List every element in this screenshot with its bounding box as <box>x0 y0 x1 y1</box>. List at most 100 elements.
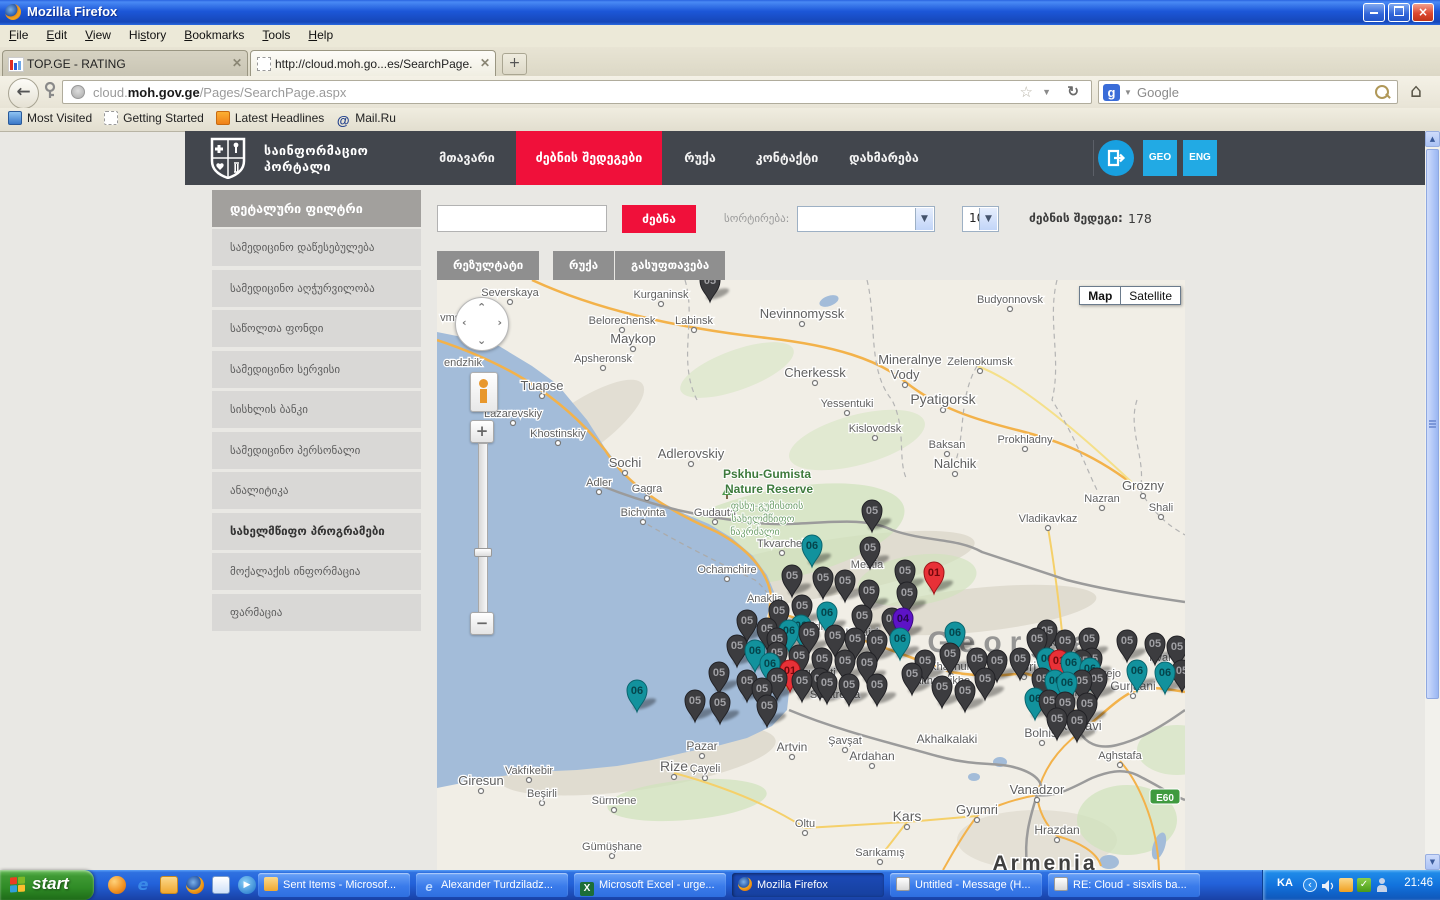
site-nav-0[interactable]: მთავარი <box>439 131 495 185</box>
bookmark-at[interactable]: @Mail.Ru <box>336 111 396 128</box>
lang-geo-button[interactable]: GEO <box>1143 140 1177 176</box>
minimize-button[interactable] <box>1363 3 1385 22</box>
bookmark-mostvisited[interactable]: Most Visited <box>8 111 92 125</box>
taskbar-button-6[interactable]: RE: Cloud - sisxlis ba... <box>1048 873 1200 897</box>
tray-collapse-chevron-icon[interactable]: ‹ <box>1303 878 1317 892</box>
search-button[interactable]: ძებნა <box>622 205 696 233</box>
street-view-pegman[interactable] <box>470 372 498 412</box>
sidebar-item-4[interactable]: სამედიცინო სერვისი <box>212 351 421 388</box>
query-input[interactable] <box>437 205 607 232</box>
map-tab-button[interactable]: რუქა <box>553 251 614 280</box>
key-icon[interactable] <box>42 82 58 104</box>
map-pan-control[interactable]: ⌃ ⌄ ‹ › <box>455 297 509 351</box>
lang-eng-button[interactable]: ENG <box>1183 140 1217 176</box>
menu-view[interactable]: View <box>76 25 120 45</box>
sidebar-item-10[interactable]: ფარმაცია <box>212 594 421 631</box>
bookmark-getting[interactable]: Getting Started <box>104 111 204 125</box>
tab-1[interactable]: TOP.GE - RATING✕ <box>2 50 248 76</box>
sidebar-item-9[interactable]: მოქალაქის ინფორმაცია <box>212 553 421 590</box>
zoom-slider-handle[interactable] <box>474 548 492 557</box>
new-tab-button[interactable]: + <box>502 53 527 75</box>
svg-text:06: 06 <box>749 645 761 657</box>
taskbar-button-2[interactable]: eAlexander Turdziladz... <box>416 873 568 897</box>
scroll-up-arrow[interactable]: ▲ <box>1425 131 1440 147</box>
site-logo-shield-icon[interactable] <box>210 137 246 179</box>
close-button[interactable]: × <box>1412 3 1434 22</box>
sidebar-item-2[interactable]: სამედიცინო აღჭურვილობა <box>212 270 421 307</box>
clear-button[interactable]: გასუფთავება <box>615 251 725 280</box>
search-magnifier-icon[interactable] <box>1375 85 1389 99</box>
zoom-in-button[interactable]: + <box>470 420 494 443</box>
menu-help[interactable]: Help <box>299 25 342 45</box>
menu-edit[interactable]: Edit <box>37 25 76 45</box>
taskbar-button-3[interactable]: XMicrosoft Excel - urge... <box>574 873 726 897</box>
quicklaunch-firefox-icon[interactable] <box>186 876 204 894</box>
zoom-out-button[interactable]: − <box>470 612 494 635</box>
pan-up-icon[interactable]: ⌃ <box>477 301 486 314</box>
menu-file[interactable]: File <box>0 25 37 45</box>
scroll-down-arrow[interactable]: ▼ <box>1425 854 1440 870</box>
map-label: ნაკრძალი <box>730 526 780 538</box>
zoom-slider-track[interactable] <box>478 443 488 614</box>
bookmark-star-icon[interactable]: ☆ <box>1020 83 1033 101</box>
svg-text:05: 05 <box>821 677 833 689</box>
sidebar-item-1[interactable]: სამედიცინო დაწესებულება <box>212 229 421 266</box>
site-identity-globe-icon[interactable] <box>71 85 85 99</box>
quicklaunch-ie-icon[interactable]: e <box>134 876 152 894</box>
sort-select[interactable]: ▼ <box>797 206 935 232</box>
urlbar-dropdown-icon[interactable]: ▼ <box>1042 87 1051 97</box>
quicklaunch-oe-icon[interactable] <box>212 876 230 894</box>
pan-right-icon[interactable]: › <box>497 316 502 329</box>
taskbar-button-4[interactable]: Mozilla Firefox <box>732 873 884 897</box>
scrollbar-thumb[interactable] <box>1426 149 1439 699</box>
sidebar-item-8[interactable]: სახელმწიფო პროგრამები <box>212 513 421 550</box>
quicklaunch-outlook-icon[interactable] <box>160 876 178 894</box>
page-size-select[interactable]: 10▼ <box>962 206 999 232</box>
security-shield-icon[interactable]: ✓ <box>1357 878 1371 892</box>
map-type-map-button[interactable]: Map <box>1079 286 1121 305</box>
pan-down-icon[interactable]: ⌄ <box>477 334 486 347</box>
sidebar-item-5[interactable]: სისხლის ბანკი <box>212 391 421 428</box>
taskbar-button-5[interactable]: Untitled - Message (H... <box>890 873 1042 897</box>
volume-icon[interactable] <box>1321 878 1335 892</box>
home-button[interactable]: ⌂ <box>1410 80 1422 102</box>
map-canvas[interactable]: E60 vmskendzhikSeverskayaKurganinskBelor… <box>437 280 1185 870</box>
back-button[interactable]: ← <box>8 78 39 109</box>
bookmark-rss[interactable]: Latest Headlines <box>216 111 324 125</box>
google-logo-icon[interactable]: g <box>1103 84 1120 101</box>
menu-history[interactable]: History <box>120 25 175 45</box>
map-label: Severskaya <box>481 287 539 299</box>
site-nav-4[interactable]: დახმარება <box>849 131 919 185</box>
bookmark-label: Mail.Ru <box>355 111 396 125</box>
quicklaunch-wmp-icon[interactable]: ▶ <box>238 876 256 894</box>
tray-user-icon[interactable] <box>1375 878 1389 892</box>
search-engine-dropdown-icon[interactable]: ▼ <box>1124 88 1132 97</box>
svg-text:05: 05 <box>866 505 878 517</box>
menu-tools[interactable]: Tools <box>253 25 299 45</box>
start-button[interactable]: start <box>0 870 94 900</box>
quicklaunch-firebird-icon[interactable] <box>108 876 126 894</box>
tab-2[interactable]: http://cloud.moh.go...es/SearchPage.aspx… <box>250 50 496 76</box>
tab-close-icon[interactable]: ✕ <box>480 56 490 70</box>
svg-text:05: 05 <box>689 695 701 707</box>
language-indicator[interactable]: KA <box>1277 877 1293 889</box>
tab-close-icon[interactable]: ✕ <box>232 56 242 70</box>
logout-button[interactable] <box>1098 140 1134 176</box>
url-bar[interactable]: cloud.moh.gov.ge/Pages/SearchPage.aspx ☆… <box>62 80 1092 104</box>
sidebar-item-7[interactable]: ანალიტიკა <box>212 472 421 509</box>
results-tab-button[interactable]: რეზულტატი <box>437 251 539 280</box>
reload-icon[interactable]: ↻ <box>1067 83 1079 100</box>
site-nav-1-active[interactable]: ძებნის შედეგები <box>516 131 662 185</box>
map-type-satellite-button[interactable]: Satellite <box>1121 286 1181 305</box>
pan-left-icon[interactable]: ‹ <box>462 316 467 329</box>
vertical-scrollbar[interactable]: ▲ ▼ <box>1425 131 1440 870</box>
site-nav-3[interactable]: კონტაქტი <box>756 131 819 185</box>
restore-button[interactable] <box>1388 3 1410 22</box>
site-nav-2[interactable]: რუქა <box>684 131 716 185</box>
tray-agent-icon[interactable] <box>1339 878 1353 892</box>
menu-bookmarks[interactable]: Bookmarks <box>175 25 253 45</box>
taskbar-button-1[interactable]: Sent Items - Microsof... <box>258 873 410 897</box>
sidebar-item-3[interactable]: საწოლთა ფონდი <box>212 310 421 347</box>
search-engine-box[interactable]: g ▼ Google <box>1098 80 1398 104</box>
sidebar-item-6[interactable]: სამედიცინო პერსონალი <box>212 432 421 469</box>
